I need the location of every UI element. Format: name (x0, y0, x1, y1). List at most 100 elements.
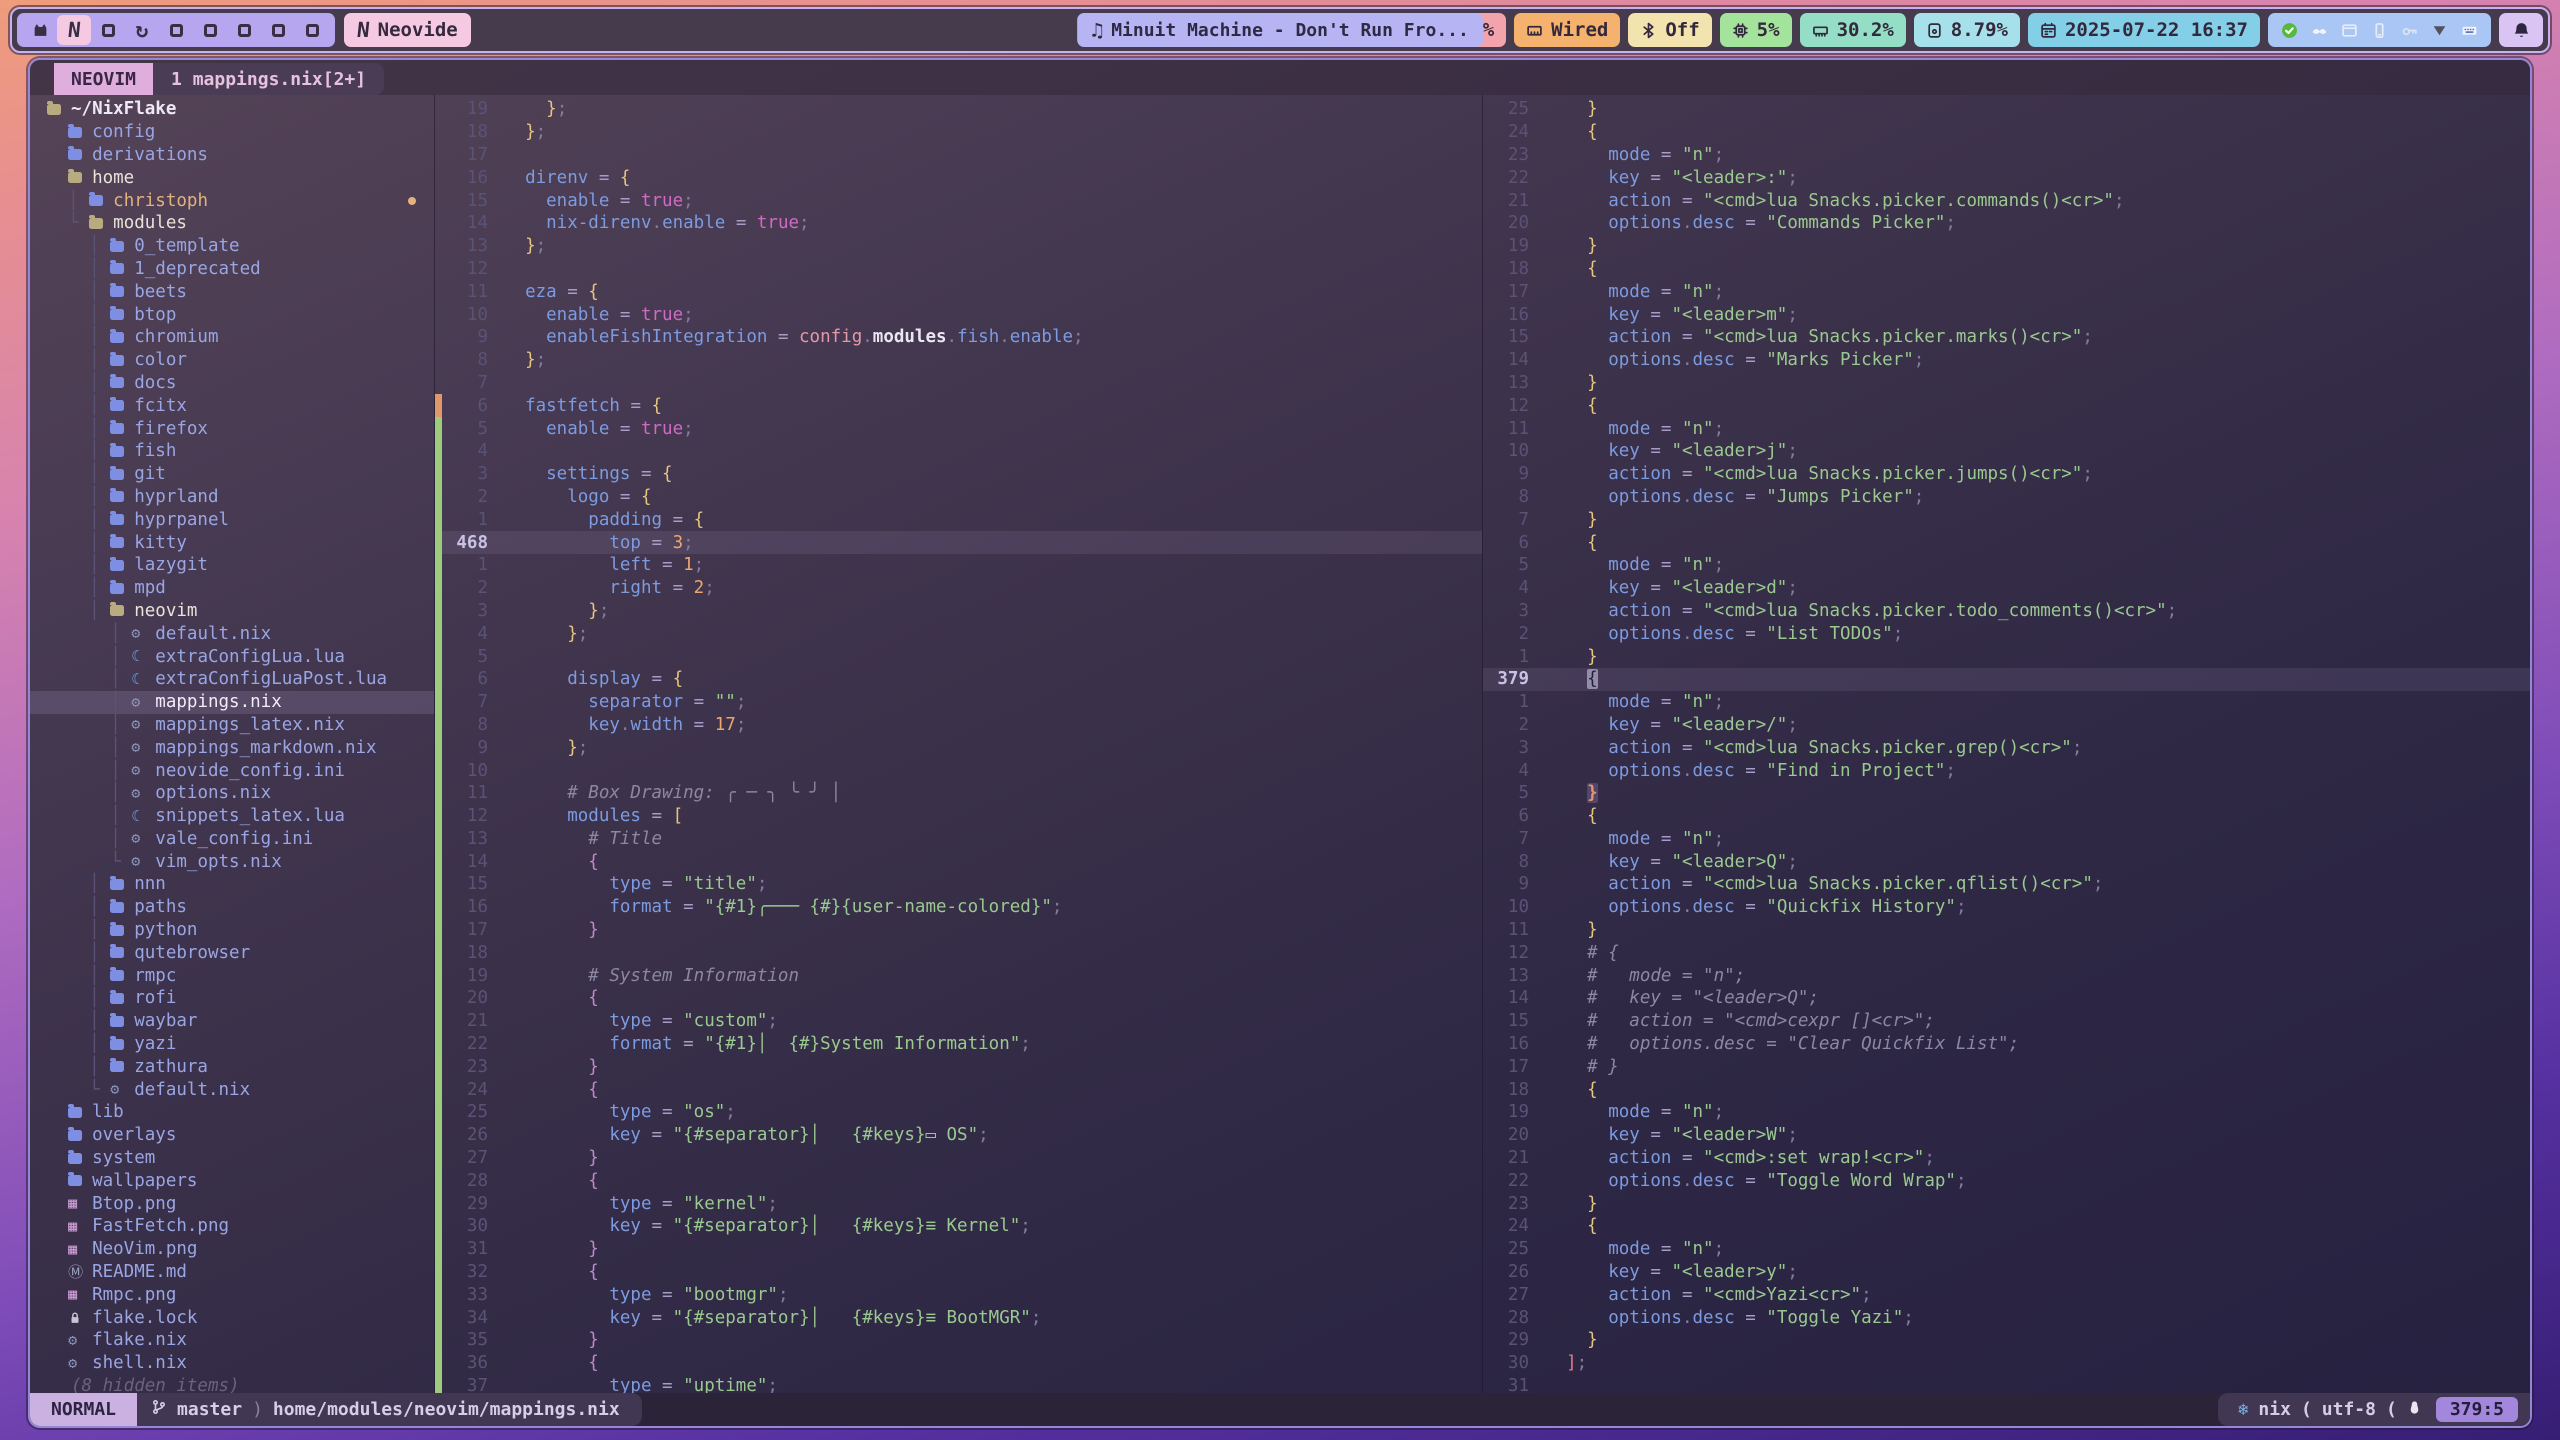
code-line[interactable]: 7 separator = ""; (435, 691, 1482, 714)
bluetooth-widget[interactable]: Off (1628, 13, 1711, 47)
tree-item-mappings-latex-nix[interactable]: │ ⚙mappings_latex.nix (30, 714, 434, 737)
code-line[interactable]: 19 mode = "n"; (1483, 1101, 2530, 1124)
code-line[interactable]: 2 key = "<leader>/"; (1483, 714, 2530, 737)
tree-item-neovim-png[interactable]: ▦NeoVim.png (30, 1238, 434, 1261)
tree-item-yazi[interactable]: │ yazi (30, 1033, 434, 1056)
code-line[interactable]: 13 } (1483, 372, 2530, 395)
tree-item-vim-opts-nix[interactable]: └ ⚙vim_opts.nix (30, 850, 434, 873)
code-line[interactable]: 27 action = "<cmd>Yazi<cr>"; (1483, 1283, 2530, 1306)
tree-item-mappings-nix[interactable]: │ ⚙mappings.nix (30, 691, 434, 714)
tree-item-derivations[interactable]: derivations (30, 144, 434, 167)
code-line[interactable]: 14 nix-direnv.enable = true; (435, 212, 1482, 235)
tree-item--nixflake[interactable]: ~/NixFlake (30, 98, 434, 121)
code-line[interactable]: 7 (435, 372, 1482, 395)
code-line[interactable]: 1 padding = { (435, 508, 1482, 531)
code-line[interactable]: 26 key = "{#separator}│ {#keys}▭ OS"; (435, 1124, 1482, 1147)
code-line[interactable]: 6 display = { (435, 668, 1482, 691)
code-line[interactable]: 9 enableFishIntegration = config.modules… (435, 326, 1482, 349)
tree-item-kitty[interactable]: │ kitty (30, 531, 434, 554)
code-line[interactable]: 12 (435, 258, 1482, 281)
tab-mappings-nix[interactable]: 1 mappings.nix[2+] (153, 63, 384, 95)
code-line[interactable]: 21 action = "<cmd>:set wrap!<cr>"; (1483, 1147, 2530, 1170)
code-line[interactable]: 12 { (1483, 394, 2530, 417)
tree-item-system[interactable]: system (30, 1147, 434, 1170)
tree-item-options-nix[interactable]: │ ⚙options.nix (30, 782, 434, 805)
code-line[interactable]: 1 left = 1; (435, 554, 1482, 577)
code-line[interactable]: 1 } (1483, 645, 2530, 668)
tree-item-flake-lock[interactable]: flake.lock (30, 1306, 434, 1329)
code-line[interactable]: 22 key = "<leader>:"; (1483, 166, 2530, 189)
code-line[interactable]: 8 key.width = 17; (435, 714, 1482, 737)
workspace-1[interactable] (23, 15, 57, 45)
code-line[interactable]: 11 # Box Drawing: ╭ ─ ╮ ╰ ╯ │ (435, 782, 1482, 805)
code-line[interactable]: 11 mode = "n"; (1483, 417, 2530, 440)
tree-item-modules[interactable]: └ modules (30, 212, 434, 235)
workspace-9[interactable] (295, 15, 329, 45)
code-line[interactable]: 15 enable = true; (435, 189, 1482, 212)
tree-item-rmpc[interactable]: │ rmpc (30, 964, 434, 987)
code-line[interactable]: 7 } (1483, 508, 2530, 531)
tree-item-snippets-latex-lua[interactable]: │ ☾snippets_latex.lua (30, 805, 434, 828)
tree-item-flake-nix[interactable]: ⚙flake.nix (30, 1329, 434, 1352)
code-line[interactable]: 468 top = 3; (435, 531, 1482, 554)
code-line[interactable]: 15 # action = "<cmd>cexpr []<cr>"; (1483, 1010, 2530, 1033)
code-line[interactable]: 6 { (1483, 531, 2530, 554)
code-line[interactable]: 16 direnv = { (435, 166, 1482, 189)
code-line[interactable]: 28 options.desc = "Toggle Yazi"; (1483, 1306, 2530, 1329)
tree-item-mappings-markdown-nix[interactable]: │ ⚙mappings_markdown.nix (30, 736, 434, 759)
tree-item-hyprland[interactable]: │ hyprland (30, 486, 434, 509)
code-line[interactable]: 8 options.desc = "Jumps Picker"; (1483, 486, 2530, 509)
keyboard-icon[interactable] (2461, 22, 2478, 39)
code-line[interactable]: 12 # { (1483, 941, 2530, 964)
code-line[interactable]: 13 }; (435, 235, 1482, 258)
tree-item-btop-png[interactable]: ▦Btop.png (30, 1192, 434, 1215)
code-line[interactable]: 18 { (1483, 258, 2530, 281)
code-line[interactable]: 18 (435, 941, 1482, 964)
code-line[interactable]: 5 } (1483, 782, 2530, 805)
tree-item-hyprpanel[interactable]: │ hyprpanel (30, 508, 434, 531)
workspace-4[interactable]: ↻ (125, 15, 159, 45)
cpu-widget[interactable]: 5% (1720, 13, 1792, 47)
tree-item-rmpc-png[interactable]: ▦Rmpc.png (30, 1283, 434, 1306)
code-line[interactable]: 10 enable = true; (435, 303, 1482, 326)
code-line[interactable]: 20 key = "<leader>W"; (1483, 1124, 2530, 1147)
code-line[interactable]: 3 }; (435, 600, 1482, 623)
tree-item-neovide-config-ini[interactable]: │ ⚙neovide_config.ini (30, 759, 434, 782)
code-line[interactable]: 15 type = "title"; (435, 873, 1482, 896)
code-line[interactable]: 22 options.desc = "Toggle Word Wrap"; (1483, 1169, 2530, 1192)
tree-item-christoph[interactable]: │ christoph (30, 189, 434, 212)
tree-item-extraconfigluapost-lua[interactable]: │ ☾extraConfigLuaPost.lua (30, 668, 434, 691)
code-line[interactable]: 25 type = "os"; (435, 1101, 1482, 1124)
network-widget[interactable]: Wired (1514, 13, 1620, 47)
key-icon[interactable] (2401, 22, 2418, 39)
code-line[interactable]: 5 mode = "n"; (1483, 554, 2530, 577)
code-line[interactable]: 31 } (435, 1238, 1482, 1261)
workspace-8[interactable] (261, 15, 295, 45)
code-line[interactable]: 29 } (1483, 1329, 2530, 1352)
code-line[interactable]: 3 settings = { (435, 463, 1482, 486)
tree-item-nnn[interactable]: │ nnn (30, 873, 434, 896)
code-line[interactable]: 30 key = "{#separator}│ {#keys}≡ Kernel"… (435, 1215, 1482, 1238)
code-line[interactable]: 17 (435, 144, 1482, 167)
code-line[interactable]: 12 modules = [ (435, 805, 1482, 828)
tree-item-fastfetch-png[interactable]: ▦FastFetch.png (30, 1215, 434, 1238)
code-line[interactable]: 24 { (435, 1078, 1482, 1101)
tree-item-rofi[interactable]: │ rofi (30, 987, 434, 1010)
tree-item-color[interactable]: │ color (30, 349, 434, 372)
code-line[interactable]: 2 right = 2; (435, 577, 1482, 600)
code-line[interactable]: 8 key = "<leader>Q"; (1483, 850, 2530, 873)
tree-item-python[interactable]: │ python (30, 919, 434, 942)
code-line[interactable]: 16 format = "{#1}╭─── {#}{user-name-colo… (435, 896, 1482, 919)
code-line[interactable]: 2 options.desc = "List TODOs"; (1483, 622, 2530, 645)
code-line[interactable]: 24 { (1483, 1215, 2530, 1238)
code-line[interactable]: 10 key = "<leader>j"; (1483, 440, 2530, 463)
code-line[interactable]: 27 } (435, 1147, 1482, 1170)
code-line[interactable]: 4 key = "<leader>d"; (1483, 577, 2530, 600)
code-line[interactable]: 19 # System Information (435, 964, 1482, 987)
triangle-icon[interactable] (2431, 22, 2448, 39)
code-line[interactable]: 25 } (1483, 98, 2530, 121)
code-line[interactable]: 18 }; (435, 121, 1482, 144)
tree-item-btop[interactable]: │ btop (30, 303, 434, 326)
tree-item-docs[interactable]: │ docs (30, 372, 434, 395)
code-line[interactable]: 22 format = "{#1}│ {#}System Information… (435, 1033, 1482, 1056)
